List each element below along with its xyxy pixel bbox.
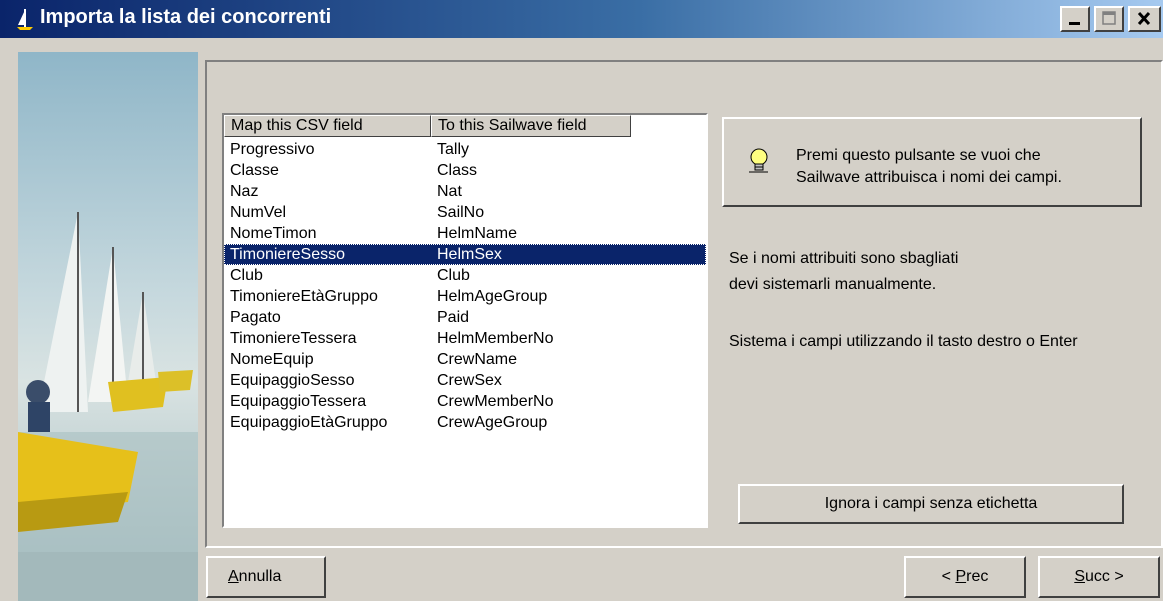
header-csv-field[interactable]: Map this CSV field: [224, 115, 431, 137]
maximize-button[interactable]: [1094, 6, 1124, 32]
sailwave-field-cell: HelmName: [437, 225, 518, 242]
list-rows: Progressivo Tally Classe Class Naz Nat NumVel S…: [224, 139, 706, 433]
mapping-row[interactable]: Naz Nat: [224, 181, 706, 202]
sailwave-field-cell: HelmMemberNo: [437, 330, 554, 347]
sailwave-field-cell: Class: [437, 162, 478, 179]
csv-field-cell: Club: [230, 267, 263, 284]
prev-accelerator: P: [955, 568, 967, 585]
window-title: Importa la lista dei concorrenti: [40, 6, 332, 28]
csv-field-cell: EquipaggioSesso: [230, 372, 355, 389]
sailwave-field-cell: Nat: [437, 183, 462, 200]
mapping-row[interactable]: TimoniereEtàGruppo HelmAgeGroup: [224, 286, 706, 307]
mapping-row[interactable]: TimoniereSesso HelmSex: [224, 244, 706, 265]
mapping-row[interactable]: EquipaggioTessera CrewMemberNo: [224, 391, 706, 412]
auto-name-label: Premi questo pulsante se vuoi che Sailwa…: [796, 145, 1062, 189]
cancel-button[interactable]: Annulla: [206, 556, 326, 598]
auto-name-line-2: Sailwave attribuisca i nomi dei campi.: [796, 169, 1062, 186]
mapping-row[interactable]: NomeTimon HelmName: [224, 223, 706, 244]
header-sailwave-field[interactable]: To this Sailwave field: [431, 115, 631, 137]
sailwave-field-cell: Club: [437, 267, 470, 284]
sailwave-field-cell: CrewAgeGroup: [437, 414, 548, 431]
auto-name-line-1: Premi questo pulsante se vuoi che: [796, 147, 1041, 164]
previous-button[interactable]: < Prec: [904, 556, 1026, 598]
mapping-row[interactable]: EquipaggioEtàGruppo CrewAgeGroup: [224, 412, 706, 433]
prev-label: rec: [966, 568, 989, 585]
mapping-row[interactable]: NomeEquip CrewName: [224, 349, 706, 370]
csv-field-cell: Progressivo: [230, 141, 315, 158]
list-header: Map this CSV field To this Sailwave fiel…: [224, 115, 706, 137]
cancel-accelerator: A: [228, 568, 239, 585]
sailwave-field-cell: CrewName: [437, 351, 518, 368]
cancel-label: nnulla: [238, 568, 282, 585]
sailboat-icon: [17, 9, 33, 30]
field-mapping-list[interactable]: Map this CSV field To this Sailwave fiel…: [222, 113, 708, 528]
mapping-row[interactable]: Classe Class: [224, 160, 706, 181]
mapping-row[interactable]: Pagato Paid: [224, 307, 706, 328]
auto-name-fields-button[interactable]: Premi questo pulsante se vuoi che Sailwa…: [722, 117, 1142, 207]
minimize-icon: [1069, 22, 1080, 25]
csv-field-cell: Naz: [230, 183, 259, 200]
csv-field-cell: TimoniereSesso: [230, 246, 346, 263]
close-button[interactable]: [1128, 6, 1161, 32]
csv-field-cell: Classe: [230, 162, 279, 179]
info-text-1: Se i nomi attribuiti sono sbagliati: [729, 250, 959, 267]
ignore-unlabeled-fields-button[interactable]: Ignora i campi senza etichetta: [738, 484, 1124, 524]
info-text-2: devi sistemarli manualmente.: [729, 276, 937, 293]
sailwave-field-cell: CrewSex: [437, 372, 502, 389]
csv-field-cell: NumVel: [230, 204, 287, 221]
next-button[interactable]: Succ >: [1038, 556, 1160, 598]
csv-field-cell: NomeEquip: [230, 351, 314, 368]
prev-arrow: <: [941, 568, 956, 585]
mapping-row[interactable]: Club Club: [224, 265, 706, 286]
csv-field-cell: TimoniereEtàGruppo: [230, 288, 378, 305]
sailwave-field-cell: SailNo: [437, 204, 485, 221]
sailwave-field-cell: CrewMemberNo: [437, 393, 554, 410]
title-bar[interactable]: Importa la lista dei concorrenti: [0, 0, 1163, 38]
sailwave-field-cell: Paid: [437, 309, 470, 326]
csv-field-cell: NomeTimon: [230, 225, 317, 242]
next-accelerator: S: [1074, 568, 1085, 585]
mapping-row[interactable]: EquipaggioSesso CrewSex: [224, 370, 706, 391]
sailwave-field-cell: Tally: [437, 141, 470, 158]
csv-field-cell: EquipaggioEtàGruppo: [230, 414, 388, 431]
next-label: ucc >: [1084, 568, 1124, 585]
maximize-icon: [1102, 11, 1116, 25]
mapping-row[interactable]: TimoniereTessera HelmMemberNo: [224, 328, 706, 349]
sailwave-field-cell: HelmSex: [437, 246, 502, 263]
sailing-photo: [18, 52, 198, 601]
lightbulb-icon: [749, 148, 768, 173]
mapping-row[interactable]: Progressivo Tally: [224, 139, 706, 160]
csv-field-cell: Pagato: [230, 309, 281, 326]
info-text-3: Sistema i campi utilizzando il tasto des…: [729, 333, 1078, 350]
csv-field-cell: TimoniereTessera: [230, 330, 357, 347]
close-icon: [1137, 11, 1151, 26]
mapping-row[interactable]: NumVel SailNo: [224, 202, 706, 223]
csv-field-cell: EquipaggioTessera: [230, 393, 367, 410]
sailwave-field-cell: HelmAgeGroup: [437, 288, 548, 305]
minimize-button[interactable]: [1060, 6, 1090, 32]
